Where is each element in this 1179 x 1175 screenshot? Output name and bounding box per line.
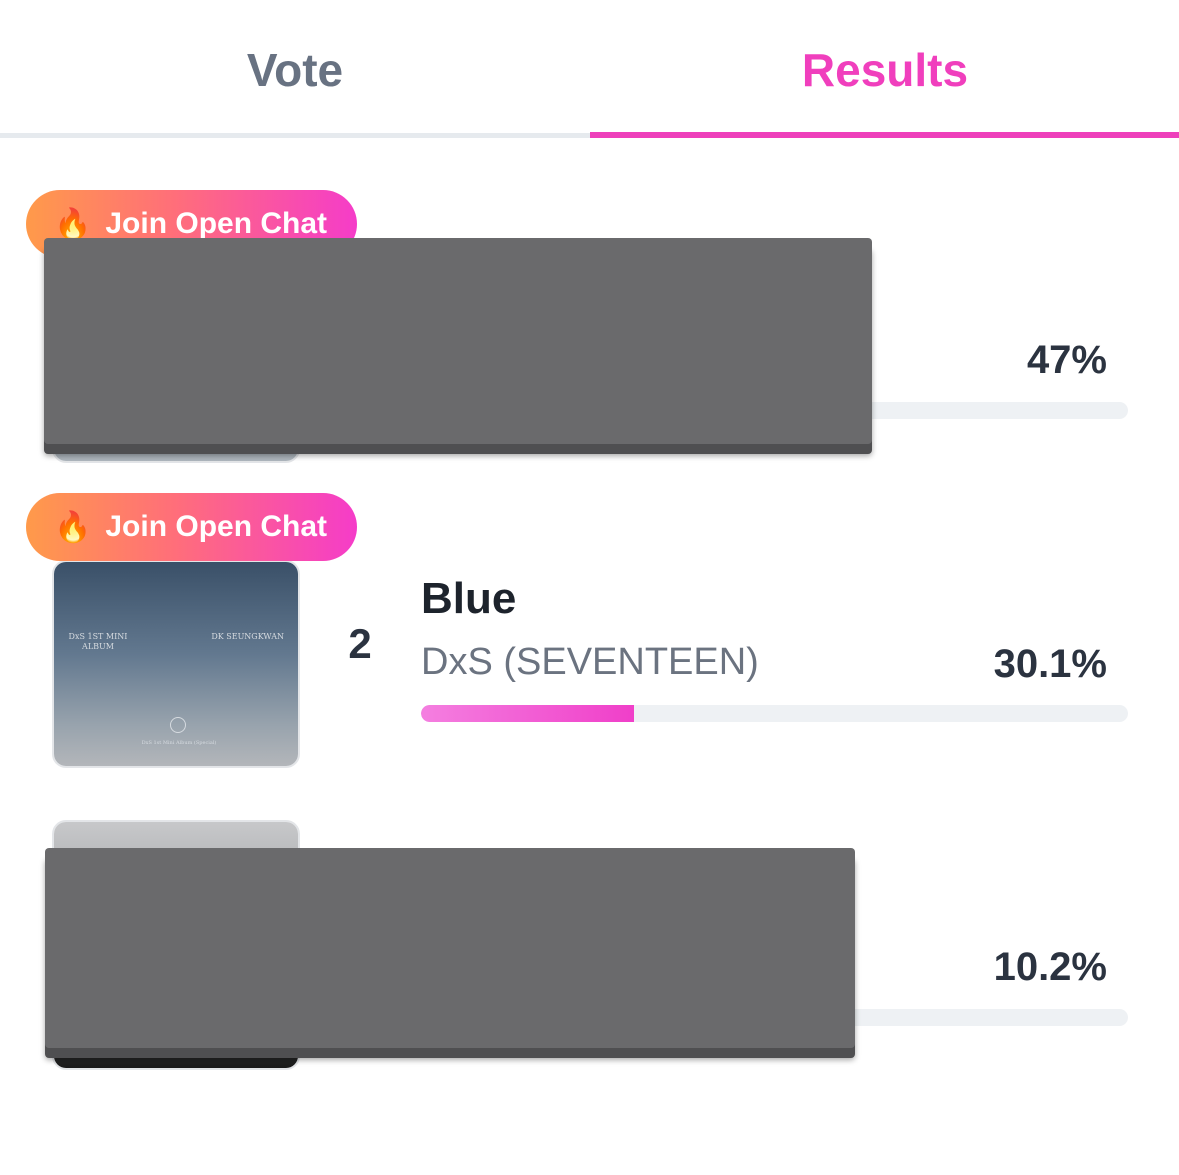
song-artist: DxS (SEVENTEEN) xyxy=(421,641,759,683)
tab-vote[interactable]: Vote xyxy=(0,40,590,100)
fire-icon: 🔥 xyxy=(54,207,92,241)
redaction-block xyxy=(45,848,855,1048)
album-art: DxS 1ST MINI ALBUM DK SEUNGKWAN DxS 1st … xyxy=(54,562,298,766)
tab-results[interactable]: Results xyxy=(590,40,1179,100)
join-open-chat-label: Join Open Chat xyxy=(105,207,328,240)
fire-icon: 🔥 xyxy=(54,510,92,544)
song-title: Blue xyxy=(421,574,517,623)
result-progress-track xyxy=(421,705,1128,722)
redaction-block xyxy=(44,238,872,444)
result-percent: 10.2% xyxy=(993,945,1107,989)
tab-underline-active xyxy=(590,132,1179,138)
join-open-chat-button[interactable]: 🔥 Join Open Chat xyxy=(26,493,357,561)
tab-underline-inactive xyxy=(0,133,590,138)
result-progress-fill xyxy=(421,705,634,722)
result-rank: 2 xyxy=(348,620,372,667)
album-right-text: DK SEUNGKWAN xyxy=(211,632,284,641)
album-logo-icon xyxy=(170,717,186,733)
tab-bar: Vote Results xyxy=(0,0,1179,138)
album-left-text: DxS 1ST MINI ALBUM xyxy=(68,632,128,651)
album-bottom-text: DxS 1st Mini Album (Special) xyxy=(141,740,217,746)
album-thumbnail: DxS 1ST MINI ALBUM DK SEUNGKWAN DxS 1st … xyxy=(52,560,300,768)
result-percent: 47% xyxy=(1026,338,1107,382)
join-open-chat-label: Join Open Chat xyxy=(105,510,328,543)
result-percent: 30.1% xyxy=(993,642,1107,686)
